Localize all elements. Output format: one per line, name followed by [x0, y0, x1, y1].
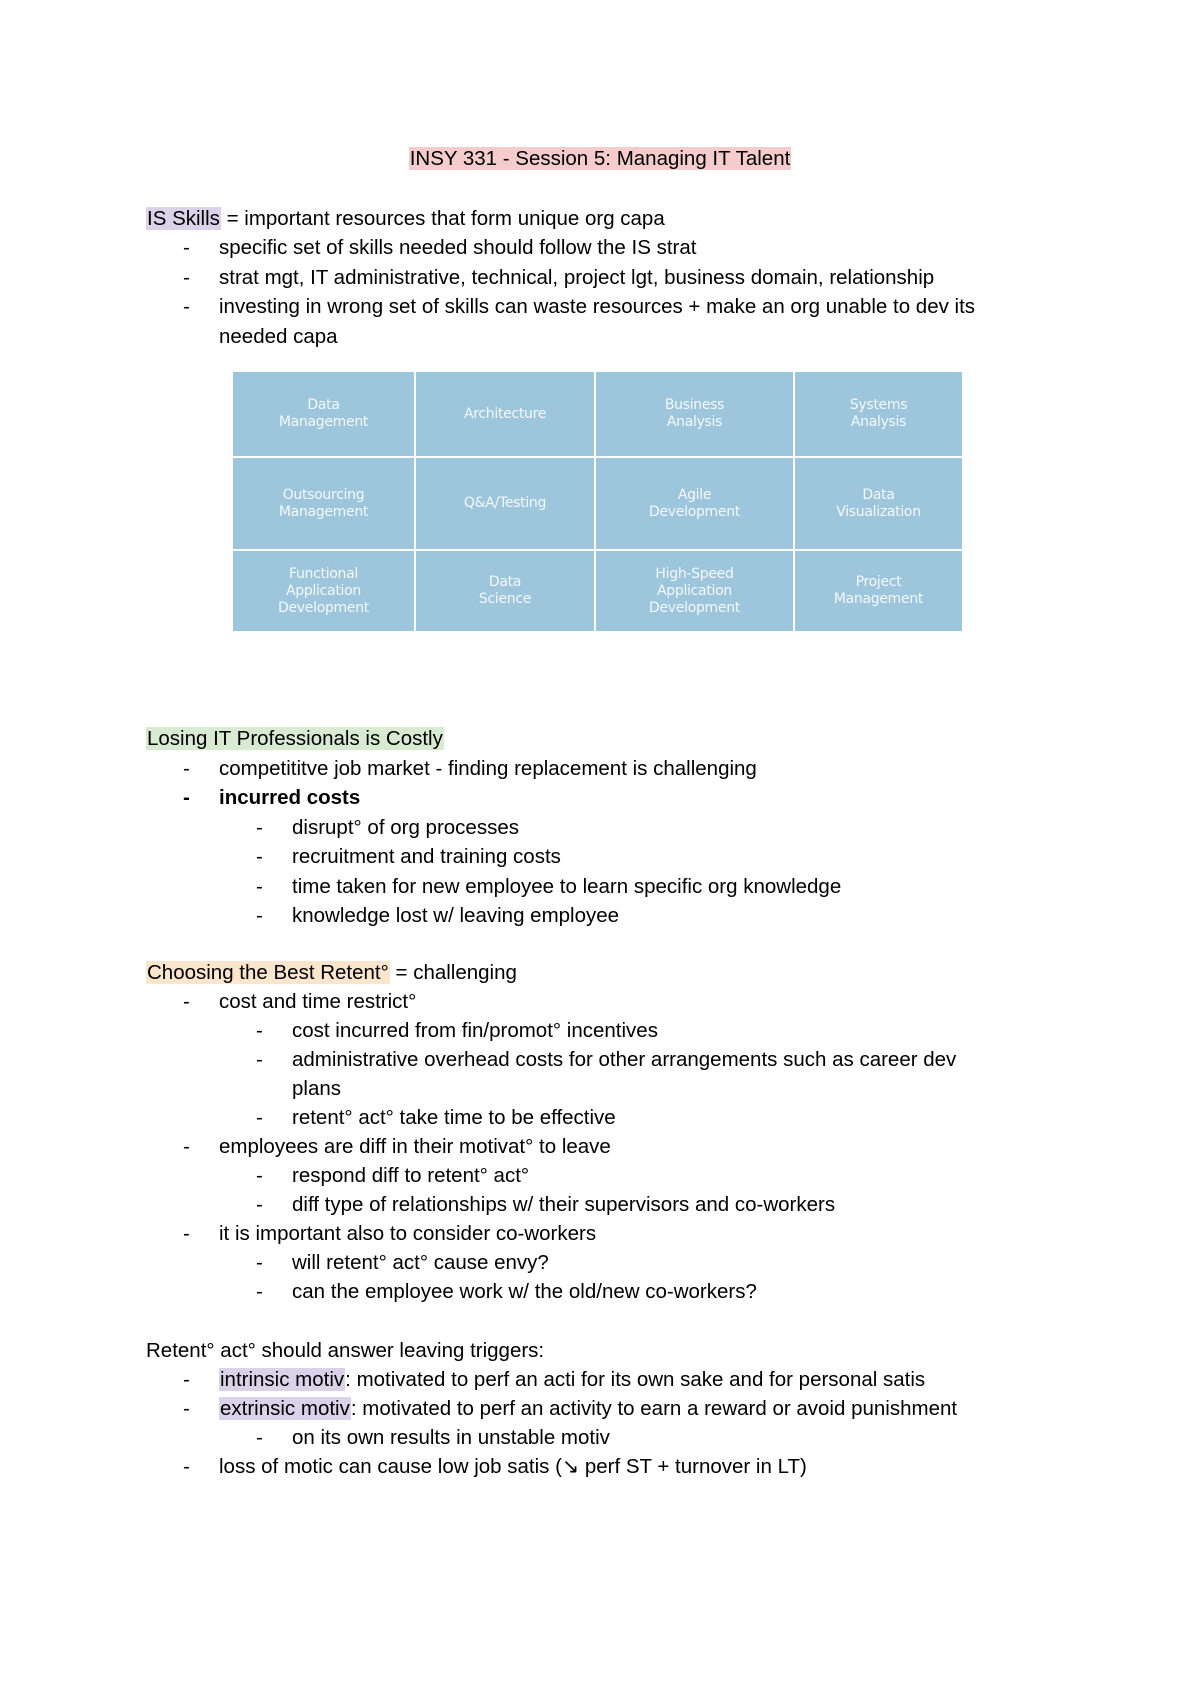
bullet-dash: - [256, 1164, 263, 1187]
list-item-text: loss of motic can cause low job satis (↘… [219, 1455, 807, 1478]
skills-grid-cell-label: Agile Development [649, 486, 740, 520]
skills-grid-cell: Functional Application Development [233, 551, 414, 631]
bullet-dash: - [183, 1397, 190, 1420]
bullet-dash: - [183, 1368, 190, 1391]
bullet-dash: - [183, 1455, 190, 1478]
extrinsic-text: : motivated to perf an activity to earn … [350, 1397, 958, 1420]
list-item-text: retent° act° take time to be effective [292, 1106, 616, 1129]
bullet-dash: - [256, 1048, 263, 1071]
page-title: INSY 331 - Session 5: Managing IT Talent [0, 144, 1200, 173]
list-item-text: incurred costs [219, 786, 361, 809]
bullet-dash: - [256, 1426, 263, 1449]
list-item-text: on its own results in unstable motiv [292, 1426, 610, 1449]
bullet-dash: - [256, 1106, 263, 1129]
bullet-dash: - [256, 1251, 263, 1274]
skills-grid-cell: Project Management [795, 551, 962, 631]
list-item-text: recruitment and training costs [292, 845, 561, 868]
list-item-text: plans [292, 1077, 342, 1100]
skills-grid-cell: Data Visualization [795, 458, 962, 549]
list-item-text: can the employee work w/ the old/new co-… [292, 1280, 757, 1303]
bullet-dash: - [183, 786, 190, 809]
list-item-text: disrupt° of org processes [292, 816, 519, 839]
extrinsic-term: extrinsic motiv [219, 1397, 351, 1420]
bullet-dash: - [183, 266, 190, 289]
skills-grid-cell-label: Systems Analysis [849, 397, 908, 430]
list-item-text: investing in wrong set of skills can was… [219, 295, 976, 318]
bullet-dash: - [183, 1135, 190, 1158]
skills-grid-cell-label: Project Management [833, 574, 924, 607]
losing-heading-text: Losing IT Professionals is Costly [146, 727, 444, 750]
title-text: INSY 331 - Session 5: Managing IT Talent [408, 147, 792, 170]
skills-grid-cell: Q&A/Testing [416, 458, 594, 549]
skills-grid-cell-label: Data Management [278, 397, 369, 430]
skills-grid-cell-label: Functional Application Development [278, 565, 369, 616]
is-skills-term: IS Skills [146, 207, 221, 230]
bullet-dash: - [256, 1193, 263, 1216]
skills-grid-cell-label: Q&A/Testing [463, 495, 547, 511]
skills-grid-cell: High-Speed Application Development [596, 551, 793, 631]
skills-grid-cell-label: High-Speed Application Development [649, 565, 740, 616]
list-item-text: competititve job market - finding replac… [219, 757, 757, 780]
skills-grid-cell: Data Management [233, 372, 414, 456]
list-item-text: employees are diff in their motivat° to … [219, 1135, 611, 1158]
choosing-heading-suffix: = challenging [389, 961, 517, 984]
skills-grid-cell-label: Data Science [478, 574, 532, 607]
list-item-text: administrative overhead costs for other … [292, 1048, 957, 1071]
skills-grid-cell-label: Business Analysis [664, 397, 725, 430]
list-item-text: diff type of relationships w/ their supe… [292, 1193, 836, 1216]
skills-grid-cell: Business Analysis [596, 372, 793, 456]
skills-grid-cell-label: Data Visualization [836, 486, 921, 520]
bullet-dash: - [256, 1019, 263, 1042]
bullet-dash: - [183, 757, 190, 780]
choosing-heading-text: Choosing the Best Retent° [146, 961, 390, 984]
bullet-dash: - [183, 236, 190, 259]
bullet-dash: - [256, 845, 263, 868]
intrinsic-term: intrinsic motiv [219, 1368, 346, 1391]
skills-grid-image: Data Management Architecture Business Analys… [233, 372, 962, 631]
skills-grid-cell: Architecture [416, 372, 594, 456]
skills-grid-cell: Systems Analysis [795, 372, 962, 456]
intrinsic-text: : motivated to perf an acti for its own … [345, 1368, 926, 1391]
list-item-text: needed capa [219, 325, 338, 348]
list-item-text: it is important also to consider co-work… [219, 1222, 597, 1245]
list-item-text: knowledge lost w/ leaving employee [292, 904, 620, 927]
bullet-dash: - [183, 295, 190, 318]
list-item-text: strat mgt, IT administrative, technical,… [219, 266, 935, 289]
bullet-dash: - [256, 904, 263, 927]
is-skills-definition: = important resources that form unique o… [220, 207, 665, 230]
bullet-dash: - [256, 1280, 263, 1303]
list-item-text: respond diff to retent° act° [292, 1164, 530, 1187]
skills-grid-cell: Agile Development [596, 458, 793, 549]
bullet-dash: - [256, 875, 263, 898]
bullet-dash: - [183, 990, 190, 1013]
skills-grid-cell: Data Science [416, 551, 594, 631]
list-item-text: will retent° act° cause envy? [292, 1251, 549, 1274]
skills-grid-cell: Outsourcing Management [233, 458, 414, 549]
bullet-dash: - [256, 816, 263, 839]
list-item-text: cost incurred from fin/promot° incentive… [292, 1019, 658, 1042]
list-item-text: specific set of skills needed should fol… [219, 236, 697, 259]
skills-grid-cell-label: Architecture [463, 405, 547, 422]
list-item-text: cost and time restrict° [219, 990, 417, 1013]
list-item-text: time taken for new employee to learn spe… [292, 875, 842, 898]
bullet-dash: - [183, 1222, 190, 1245]
skills-grid-cell-label: Outsourcing Management [278, 486, 369, 520]
triggers-heading-text: Retent° act° should answer leaving trigg… [146, 1339, 545, 1362]
